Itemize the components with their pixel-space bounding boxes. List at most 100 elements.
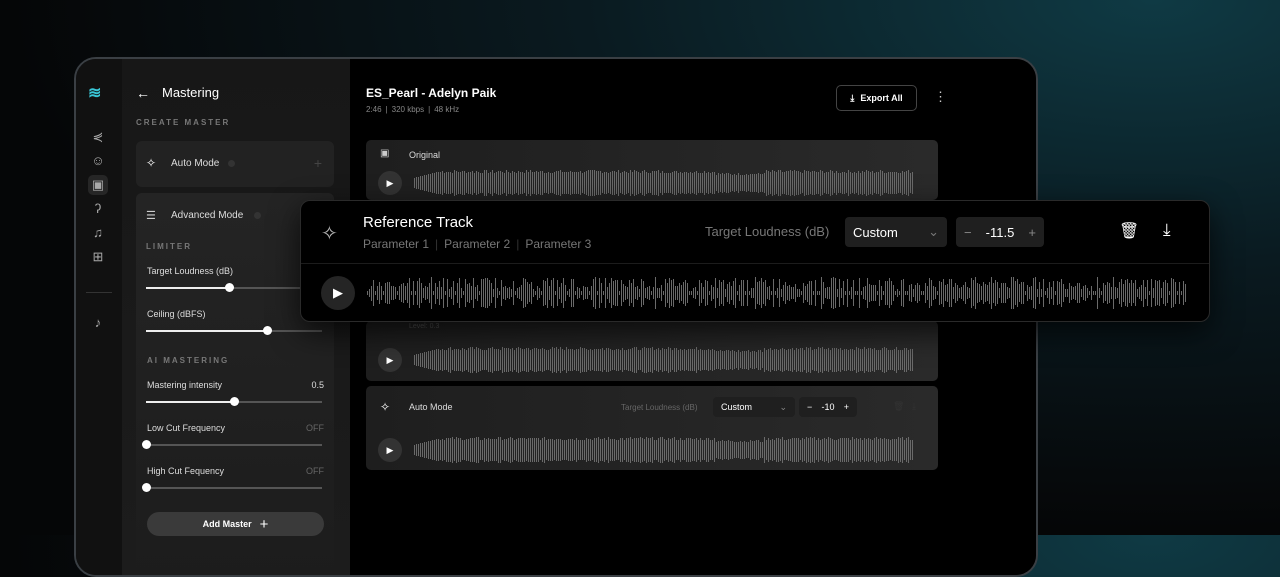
waveform[interactable] <box>367 277 1186 309</box>
waveform-bar <box>891 280 892 306</box>
waveform-bar <box>476 171 477 195</box>
waveform-bar <box>829 286 830 300</box>
minus-icon[interactable]: − <box>807 402 812 412</box>
target-loudness-slider[interactable] <box>146 283 322 292</box>
waveform-bar <box>921 291 922 295</box>
waveform-bar <box>763 282 764 304</box>
waveform-bar <box>574 350 575 370</box>
loudness-stepper[interactable]: − -10 + <box>799 397 857 417</box>
waveform-bar <box>478 171 479 195</box>
preset-dropdown[interactable]: Custom ⌄ <box>713 397 795 417</box>
waveform-bar <box>564 171 565 195</box>
waveform-bar <box>564 439 565 461</box>
download-icon[interactable]: ⤓ <box>912 401 916 412</box>
waveform-bar <box>621 279 622 307</box>
waveform-bar <box>852 349 853 371</box>
waveform-bar <box>798 348 799 372</box>
waveform-bar <box>694 172 695 194</box>
waveform-bar <box>446 172 447 194</box>
share-icon[interactable]: ⋞ <box>88 127 108 147</box>
ear-icon[interactable]: ʔ <box>88 199 108 219</box>
loudness-stepper[interactable]: − -11.5 + <box>956 217 1044 247</box>
playlist-icon[interactable]: ♪ <box>88 313 108 333</box>
waveform-bar <box>480 348 481 372</box>
waveform-bar <box>454 170 455 196</box>
target-loudness-label: Target Loudness (dB) <box>147 266 234 276</box>
waveform-bar <box>606 172 607 194</box>
grid-icon[interactable]: ⊞ <box>88 247 108 267</box>
low-cut-slider[interactable] <box>142 440 322 449</box>
waveform-bar <box>613 281 614 305</box>
waveform-bar <box>1083 286 1084 300</box>
waveform-bar <box>556 171 557 195</box>
trash-icon[interactable]: 🗑 <box>893 401 904 412</box>
music-edit-icon[interactable]: ♫ <box>88 223 108 243</box>
intensity-slider[interactable] <box>146 397 322 406</box>
waveform-bar <box>753 287 754 299</box>
waveform-bar <box>735 277 736 309</box>
waveform-bar <box>582 347 583 373</box>
waveform-bar <box>848 349 849 371</box>
play-button[interactable]: ▶ <box>378 171 402 195</box>
waveform[interactable] <box>414 437 913 463</box>
waveform-bar <box>478 437 479 463</box>
waveform-bar <box>652 347 653 373</box>
preset-dropdown[interactable]: Custom ⌄ <box>845 217 947 247</box>
waveform-bar <box>983 282 984 304</box>
waveform-bar <box>823 282 824 304</box>
add-icon[interactable]: + <box>314 155 322 171</box>
plus-icon[interactable]: + <box>1028 225 1036 240</box>
waveform-bar <box>856 172 857 194</box>
waveform-bar <box>1069 282 1070 304</box>
waveform-bar <box>1129 282 1130 304</box>
waveform-bar <box>524 349 525 371</box>
auto-mode-card[interactable]: ✧ Auto Mode + <box>136 141 334 187</box>
high-cut-slider[interactable] <box>142 483 322 492</box>
waveform-bar <box>440 439 441 461</box>
track-auto-mode: ✧ Auto Mode Target Loudness (dB) Custom ⌄… <box>366 386 938 470</box>
speaker-icon[interactable]: ▣ <box>88 175 108 195</box>
waveform-bar <box>558 348 559 372</box>
play-button[interactable]: ▶ <box>378 438 402 462</box>
logo-icon: ≋ <box>88 85 102 102</box>
back-arrow-icon[interactable]: ← <box>136 85 150 101</box>
waveform-bar <box>680 349 681 371</box>
waveform-bar <box>599 278 600 308</box>
download-icon[interactable]: ⤓ <box>1163 220 1171 240</box>
waveform-bar <box>505 286 506 300</box>
minus-icon[interactable]: − <box>964 225 972 240</box>
export-all-button[interactable]: ⤓ Export All <box>836 85 917 111</box>
waveform-bar <box>1035 277 1036 309</box>
trash-icon[interactable]: 🗑 <box>1119 221 1139 241</box>
waveform-bar <box>900 437 901 463</box>
waveform-bar <box>574 171 575 195</box>
waveform-bar <box>628 437 629 463</box>
waveform-bar <box>583 286 584 300</box>
waveform-bar <box>868 437 869 463</box>
waveform-bar <box>774 171 775 195</box>
waveform-bar <box>799 288 800 298</box>
info-icon[interactable] <box>254 212 261 219</box>
more-menu-icon[interactable]: ⋮ <box>934 89 947 105</box>
waveform-bar <box>536 171 537 195</box>
waveform-bar <box>418 176 419 190</box>
waveform-bar <box>606 348 607 372</box>
waveform-bar <box>861 291 862 295</box>
waveform-bar <box>460 172 461 194</box>
info-icon[interactable] <box>228 160 235 167</box>
plus-icon[interactable]: + <box>844 402 849 412</box>
waveform-bar <box>794 350 795 370</box>
ceiling-slider[interactable] <box>146 326 322 335</box>
waveform-bar <box>644 347 645 373</box>
section-limiter: LIMITER <box>146 242 192 251</box>
voice-icon[interactable]: ☺ <box>88 151 108 171</box>
waveform-bar <box>494 439 495 461</box>
play-button[interactable]: ▶ <box>321 276 355 310</box>
waveform-bar <box>426 351 427 369</box>
waveform[interactable] <box>414 170 913 196</box>
add-master-button[interactable]: Add Master + <box>147 512 324 536</box>
waveform[interactable] <box>414 347 913 373</box>
waveform-bar <box>502 172 503 194</box>
parameter-list: Parameter 1 | Parameter 2 | Parameter 3 <box>363 237 592 251</box>
play-button[interactable]: ▶ <box>378 348 402 372</box>
